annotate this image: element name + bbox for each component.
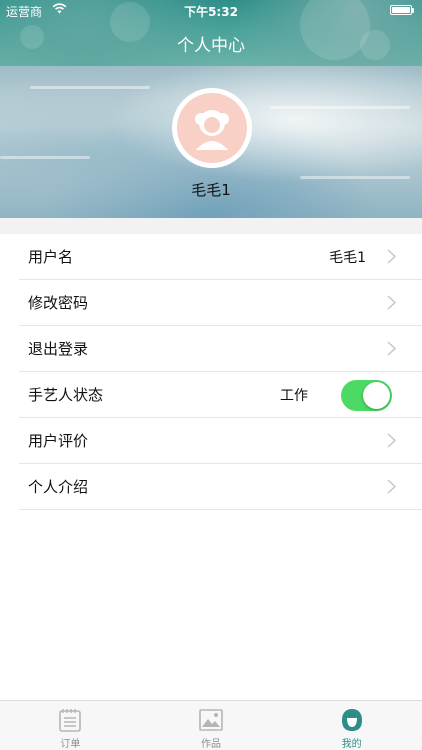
profile-username: 毛毛1 xyxy=(191,181,231,199)
chevron-right-icon xyxy=(387,295,397,314)
clock: 下午5:32 xyxy=(184,5,238,19)
chevron-right-icon xyxy=(387,479,397,498)
carrier-label: 运营商 xyxy=(6,5,43,19)
toggle-state-label: 工作 xyxy=(280,387,308,404)
row-value: 毛毛1 xyxy=(329,249,366,266)
header: 运营商 下午5:32 个人中心 xyxy=(0,0,422,66)
tab-works[interactable]: 作品 xyxy=(141,701,282,750)
page-title: 个人中心 xyxy=(177,36,245,56)
wifi-icon xyxy=(52,3,67,17)
decor-streak xyxy=(270,106,410,109)
toggle-knob xyxy=(363,382,390,409)
settings-list: 用户名 毛毛1 修改密码 退出登录 手艺人状态 工作 用户评价 个人介绍 xyxy=(0,234,422,510)
tab-bar: 订单 作品 我的 xyxy=(0,700,422,750)
row-logout[interactable]: 退出登录 xyxy=(19,326,422,372)
order-list-icon xyxy=(59,707,82,733)
image-gallery-icon xyxy=(199,707,223,733)
battery-icon xyxy=(390,5,414,15)
decor-streak xyxy=(30,86,150,89)
default-avatar-icon xyxy=(177,93,247,163)
row-label: 修改密码 xyxy=(28,294,89,312)
row-label: 退出登录 xyxy=(28,340,89,358)
row-label: 手艺人状态 xyxy=(28,386,104,404)
profile-banner: 毛毛1 xyxy=(0,66,422,218)
row-label: 个人介绍 xyxy=(28,478,89,496)
row-label: 用户评价 xyxy=(28,432,89,450)
chevron-right-icon xyxy=(387,433,397,452)
tab-label: 作品 xyxy=(201,739,221,750)
section-divider xyxy=(0,218,422,234)
tab-label: 我的 xyxy=(341,739,362,750)
avatar[interactable] xyxy=(172,88,252,168)
decor-streak xyxy=(0,156,90,159)
chevron-right-icon xyxy=(387,249,397,268)
status-bar: 运营商 下午5:32 xyxy=(0,0,422,20)
work-status-toggle[interactable] xyxy=(341,380,392,411)
chevron-right-icon xyxy=(387,341,397,360)
tab-label: 订单 xyxy=(60,739,81,750)
row-username[interactable]: 用户名 毛毛1 xyxy=(19,234,422,280)
profile-avatar-icon xyxy=(341,707,363,733)
row-change-password[interactable]: 修改密码 xyxy=(19,280,422,326)
row-artisan-status: 手艺人状态 工作 xyxy=(19,372,422,418)
tab-orders[interactable]: 订单 xyxy=(0,701,141,750)
tab-mine[interactable]: 我的 xyxy=(281,701,422,750)
row-user-reviews[interactable]: 用户评价 xyxy=(19,418,422,464)
row-personal-intro[interactable]: 个人介绍 xyxy=(19,464,422,510)
row-label: 用户名 xyxy=(28,248,74,266)
